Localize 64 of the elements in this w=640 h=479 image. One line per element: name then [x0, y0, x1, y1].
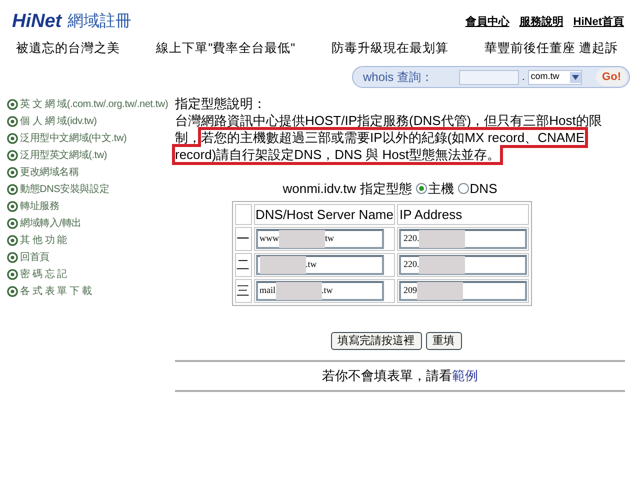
input-field[interactable]: .tw — [256, 255, 384, 275]
sidebar-item[interactable]: 更改網域名稱 — [20, 165, 79, 180]
example-link[interactable]: 範例 — [452, 368, 478, 383]
site-title: 網域註冊 — [68, 12, 132, 32]
target-bullet-icon — [7, 99, 18, 110]
dot-text: . — [522, 70, 525, 84]
nav-link[interactable]: 服務說明 — [519, 14, 564, 30]
input-field[interactable]: 220. — [399, 255, 528, 275]
domain-input[interactable] — [459, 70, 519, 84]
sidebar-item[interactable]: 回首頁 — [20, 250, 50, 265]
sidebar-item[interactable]: 網域轉入/轉出 — [20, 216, 82, 231]
input-field[interactable]: 209 — [399, 281, 528, 301]
sidebar-item[interactable]: 泛用型中文網域(中文.tw) — [20, 131, 127, 146]
redaction-block — [419, 256, 466, 274]
target-bullet-icon — [7, 116, 18, 127]
news-link[interactable]: 防毒升級現在最划算 — [331, 38, 448, 58]
tld-select[interactable]: com.tw — [528, 70, 582, 84]
nav-link[interactable]: 會員中心 — [465, 14, 510, 30]
sidebar-item[interactable]: 各 式 表 單 下 載 — [20, 284, 92, 299]
redaction-block — [276, 282, 322, 300]
row-number: 三 — [234, 279, 252, 303]
column-header: DNS/Host Server Name — [254, 204, 396, 225]
form-button[interactable]: 填寫完請按這裡 — [330, 332, 422, 350]
redaction-block — [416, 282, 463, 300]
radio-option[interactable]: DNS — [458, 179, 498, 198]
caret-icon — [570, 72, 581, 82]
target-bullet-icon — [7, 252, 18, 263]
target-bullet-icon — [7, 133, 18, 144]
go-button[interactable]: Go! — [596, 68, 627, 86]
news-link[interactable]: 華豐前後任董座 遭起訴 — [484, 38, 618, 58]
whois-label: whois 查詢： — [363, 69, 434, 86]
input-field[interactable]: mail .tw — [256, 281, 384, 301]
redaction-block — [260, 256, 306, 274]
target-bullet-icon — [7, 269, 18, 280]
input-field[interactable]: 220. — [399, 229, 528, 249]
row-number: 二 — [234, 253, 252, 277]
row-number: 一 — [234, 227, 252, 251]
brand-logo: HiNet — [12, 10, 62, 34]
target-bullet-icon — [7, 235, 18, 246]
form-button[interactable]: 重填 — [426, 332, 462, 350]
nav-link[interactable]: HiNet首頁 — [573, 14, 624, 30]
redaction-block — [419, 230, 466, 248]
domain-label: wonmi.idv.tw 指定型態 — [282, 180, 412, 198]
column-header: IP Address — [397, 204, 530, 225]
redaction-block — [279, 230, 325, 248]
sidebar-item[interactable]: 轉址服務 — [20, 199, 60, 214]
footer-text: 若你不會填表單，請看範例 — [322, 368, 478, 383]
target-bullet-icon — [7, 167, 18, 178]
input-field[interactable]: www tw — [256, 229, 384, 249]
sidebar-item[interactable]: 動態DNS安裝與設定 — [20, 182, 110, 197]
sidebar-item[interactable]: 其 他 功 能 — [20, 233, 67, 248]
sidebar-item[interactable]: 個 人 網 域(idv.tw) — [20, 114, 97, 129]
news-link[interactable]: 線上下單"費率全台最低" — [156, 38, 296, 58]
sidebar-item[interactable]: 泛用型英文網域(.tw) — [20, 148, 108, 163]
sidebar-item[interactable]: 密 碼 忘 記 — [20, 267, 67, 282]
target-bullet-icon — [7, 201, 18, 212]
section-title: 指定型態說明： — [175, 96, 267, 112]
target-bullet-icon — [7, 218, 18, 229]
target-bullet-icon — [7, 184, 18, 195]
sidebar-item[interactable]: 英 文 網 域(.com.tw/.org.tw/.net.tw) — [20, 97, 168, 112]
target-bullet-icon — [7, 286, 18, 297]
radio-option[interactable]: 主機 — [416, 179, 454, 198]
news-link[interactable]: 被遺忘的台灣之美 — [16, 38, 120, 58]
target-bullet-icon — [7, 150, 18, 161]
